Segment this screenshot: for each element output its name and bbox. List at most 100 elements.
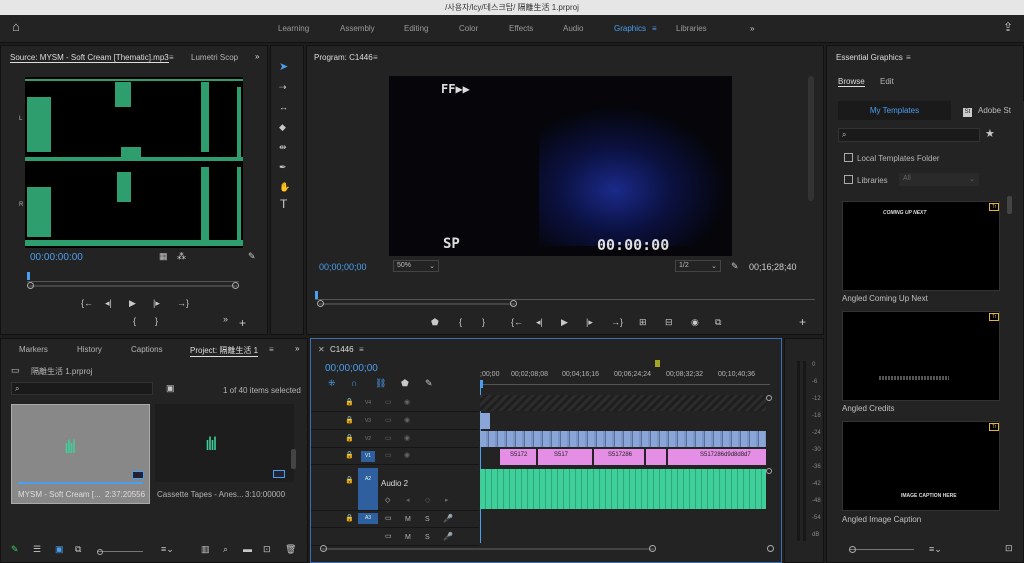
tab-history[interactable]: History	[77, 345, 102, 354]
audio-clip-a2[interactable]	[480, 469, 766, 509]
thumbnail-size-slider[interactable]	[97, 549, 143, 555]
source-zoom-bar[interactable]	[27, 282, 239, 290]
toggle-sync-icon[interactable]: ▭	[385, 398, 392, 408]
tab-markers[interactable]: Markers	[19, 345, 48, 354]
mark-in-icon[interactable]: {	[459, 317, 462, 327]
program-tab[interactable]: Program: C1446	[314, 53, 373, 62]
workspace-effects[interactable]: Effects	[509, 24, 533, 33]
workspace-menu-icon[interactable]: ≡	[652, 24, 657, 33]
libraries-select[interactable]: All ⌄	[899, 173, 979, 186]
timeline-end-handle[interactable]	[767, 545, 774, 552]
clip-area[interactable]: S5172 S517 S517286 S517286d9d8d8d7	[480, 393, 766, 511]
step-back-icon[interactable]: ◂|	[105, 298, 112, 308]
go-to-out-icon[interactable]: →}	[177, 298, 189, 308]
snap-icon[interactable]: ∩	[351, 378, 357, 388]
type-tool-icon[interactable]: T	[280, 198, 287, 210]
workspace-assembly[interactable]: Assembly	[340, 24, 375, 33]
lock-icon[interactable]: 🔒	[345, 476, 354, 486]
sort-menu-icon[interactable]: ≡⌄	[929, 544, 942, 554]
add-button-icon[interactable]: +	[799, 316, 806, 328]
playhead[interactable]	[480, 380, 483, 388]
tab-edit[interactable]: Edit	[880, 77, 894, 86]
video-clip-v1-a[interactable]: S5172	[500, 449, 536, 465]
mark-in-icon[interactable]: {←	[81, 298, 93, 308]
trash-icon[interactable]: 🗑	[285, 544, 296, 554]
lock-icon[interactable]: 🔒	[345, 398, 354, 408]
mute-button[interactable]: M	[405, 516, 411, 523]
templates-search-input[interactable]: ⌕	[838, 128, 980, 142]
video-clip-v1-c[interactable]: S517286	[594, 449, 644, 465]
icon-view-icon[interactable]: ▣	[55, 544, 64, 554]
track-master[interactable]: ▭ M S 🎤	[311, 529, 479, 546]
program-timecode[interactable]: 00;00;00;00	[319, 262, 367, 272]
sort-icons-icon[interactable]: ≡⌄	[161, 544, 174, 554]
video-clip-v2[interactable]	[480, 431, 766, 447]
step-forward-icon[interactable]: |▸	[586, 317, 593, 327]
source-timecode[interactable]: 00:00:00:00	[30, 252, 83, 263]
source-menu-icon[interactable]: ≡	[169, 53, 174, 62]
drag-video-icon[interactable]: ▦	[159, 251, 168, 261]
templates-scrollbar[interactable]	[1007, 196, 1012, 214]
toggle-sync-icon[interactable]: ▭	[385, 416, 392, 426]
workspace-learning[interactable]: Learning	[278, 24, 309, 33]
video-clip-v1-b[interactable]: S517	[538, 449, 592, 465]
timeline-scrollbar-h[interactable]	[320, 545, 656, 553]
project-search-input[interactable]: ⌕	[11, 382, 153, 395]
solo-button[interactable]: S	[425, 516, 430, 523]
ripple-edit-tool-icon[interactable]: ↔	[279, 102, 288, 112]
video-clip-v4[interactable]	[480, 395, 766, 411]
video-clip-v1-d[interactable]	[646, 449, 666, 465]
program-scrollbar[interactable]	[808, 76, 814, 201]
mark-out-icon[interactable]: }	[482, 317, 485, 327]
mark-out-bracket-icon[interactable]: }	[155, 316, 158, 326]
prev-keyframe-icon[interactable]: ◂	[406, 496, 410, 506]
essential-graphics-title[interactable]: Essential Graphics	[836, 53, 903, 62]
mute-button[interactable]: M	[405, 534, 411, 541]
lock-icon[interactable]: 🔒	[345, 451, 354, 461]
comparison-view-icon[interactable]: ⧉	[715, 317, 721, 327]
automate-to-sequence-icon[interactable]: ▥	[201, 544, 210, 554]
workspace-audio[interactable]: Audio	[563, 24, 583, 33]
toggle-sync-icon[interactable]: ▭	[385, 434, 392, 444]
lock-icon[interactable]: 🔒	[345, 514, 354, 524]
wrench-icon[interactable]: ✎	[248, 251, 256, 261]
add-button-icon[interactable]: +	[239, 317, 246, 329]
project-item-1[interactable]: ılıl	[11, 404, 150, 504]
new-item-icon[interactable]: ⊡	[263, 544, 271, 554]
add-keyframe-icon[interactable]: ◇	[425, 496, 430, 506]
panel-more-icon[interactable]: »	[255, 52, 259, 61]
libraries-checkbox[interactable]	[844, 175, 853, 184]
keyframe-icon[interactable]: ◇	[385, 496, 390, 506]
lock-icon[interactable]: 🔒	[345, 416, 354, 426]
toggle-sync-icon[interactable]: ▭	[385, 514, 392, 524]
program-zoom-bar[interactable]	[317, 300, 517, 308]
freeform-view-icon[interactable]: ⧉	[75, 544, 81, 554]
eye-icon[interactable]: ◉	[404, 398, 410, 408]
star-icon[interactable]: ★	[985, 129, 995, 140]
track-v3[interactable]: 🔒 V3 ▭ ◉	[311, 413, 479, 430]
timeline-timecode[interactable]: 00;00;00;00	[325, 363, 378, 374]
list-view-icon[interactable]: ☰	[33, 544, 41, 554]
microphone-icon[interactable]: 🎤	[443, 532, 453, 542]
timeline-scrollbar-v[interactable]	[766, 395, 772, 515]
workspace-graphics[interactable]: Graphics	[614, 24, 646, 33]
track-a2[interactable]: 🔒 A2 Audio 2 ◇ ◂ ◇ ▸	[311, 468, 479, 511]
pencil-icon[interactable]: ✎	[11, 544, 19, 554]
add-marker-icon[interactable]: ⬟	[431, 317, 439, 327]
new-bin-icon[interactable]: ▬	[243, 544, 252, 554]
workspace-color[interactable]: Color	[459, 24, 478, 33]
panel-more-icon[interactable]: »	[295, 344, 299, 353]
go-to-in-icon[interactable]: {←	[511, 317, 523, 327]
program-menu-icon[interactable]: ≡	[373, 53, 378, 62]
zoom-slider[interactable]	[849, 546, 914, 553]
new-search-bin-icon[interactable]: ▣	[166, 383, 175, 393]
tab-project[interactable]: Project: 隔離生活 1	[190, 345, 259, 357]
find-icon[interactable]: ⌕	[223, 544, 228, 554]
video-clip-v1-e[interactable]: S517286d9d8d8d7	[668, 449, 766, 465]
play-icon[interactable]: ▶	[129, 298, 136, 308]
microphone-icon[interactable]: 🎤	[443, 514, 453, 524]
source-tab[interactable]: Source: MYSM - Soft Cream [Thematic].mp3	[10, 53, 169, 63]
my-templates-tab[interactable]: My Templates	[838, 101, 951, 120]
razor-tool-icon[interactable]: ◆	[279, 122, 286, 132]
drag-audio-icon[interactable]: ⁂	[177, 251, 186, 261]
